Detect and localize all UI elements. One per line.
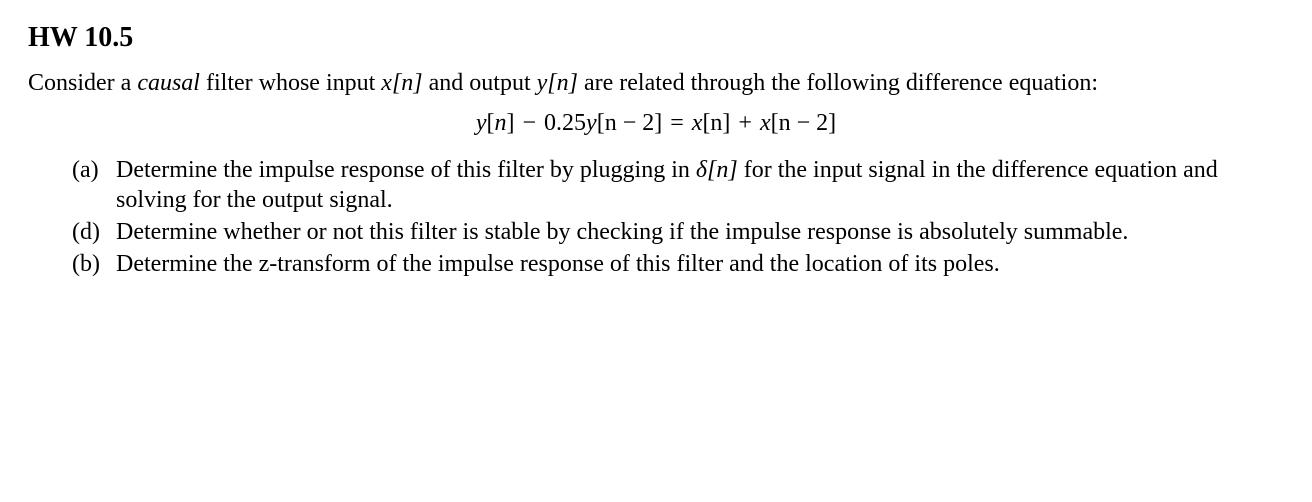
problem-list: (a) Determine the impulse response of th…: [28, 155, 1284, 279]
eq-rbr1: ]: [507, 110, 515, 136]
item-text-pre: Determine the impulse response of this f…: [116, 157, 696, 183]
hw-title: HW 10.5: [28, 22, 1284, 54]
item-marker: (d): [72, 217, 116, 247]
list-item: (d) Determine whether or not this filter…: [72, 217, 1284, 247]
eq-coef: 0.25: [544, 110, 586, 136]
item-text-pre: Determine whether or not this filter is …: [116, 219, 1128, 245]
delta-symbol: δ[n]: [696, 157, 738, 183]
eq-y: y: [476, 110, 487, 136]
item-body: Determine whether or not this filter is …: [116, 217, 1284, 247]
eq-x2: x: [760, 110, 771, 136]
intro-text-mid: and output: [423, 70, 537, 96]
item-body: Determine the z-transform of the impulse…: [116, 249, 1284, 279]
eq-plus: +: [730, 110, 760, 136]
item-marker: (b): [72, 249, 116, 279]
eq-y2arg: [n − 2]: [597, 110, 663, 136]
eq-y2: y: [586, 110, 597, 136]
eq-lbr1: [: [487, 110, 495, 136]
difference-equation: y[n] − 0.25y[n − 2] = x[n] + x[n − 2]: [28, 110, 1284, 137]
intro-xn: x[n]: [381, 70, 422, 96]
list-item: (b) Determine the z-transform of the imp…: [72, 249, 1284, 279]
item-marker: (a): [72, 155, 116, 215]
intro-emph: causal: [137, 70, 200, 96]
intro-text-pre: Consider a: [28, 70, 137, 96]
eq-eq: =: [662, 110, 692, 136]
eq-minus: −: [515, 110, 545, 136]
eq-x2arg: [n − 2]: [771, 110, 837, 136]
eq-x1: x: [692, 110, 703, 136]
intro-text-tail: are related through the following differ…: [578, 70, 1098, 96]
page: HW 10.5 Consider a causal filter whose i…: [0, 0, 1312, 303]
eq-x1arg: [n]: [702, 110, 730, 136]
intro-text-post: filter whose input: [200, 70, 381, 96]
list-item: (a) Determine the impulse response of th…: [72, 155, 1284, 215]
eq-n1: n: [495, 110, 507, 136]
intro-yn: y[n]: [537, 70, 578, 96]
item-body: Determine the impulse response of this f…: [116, 155, 1284, 215]
item-text-pre: Determine the z-transform of the impulse…: [116, 251, 1000, 277]
intro-paragraph: Consider a causal filter whose input x[n…: [28, 68, 1284, 98]
